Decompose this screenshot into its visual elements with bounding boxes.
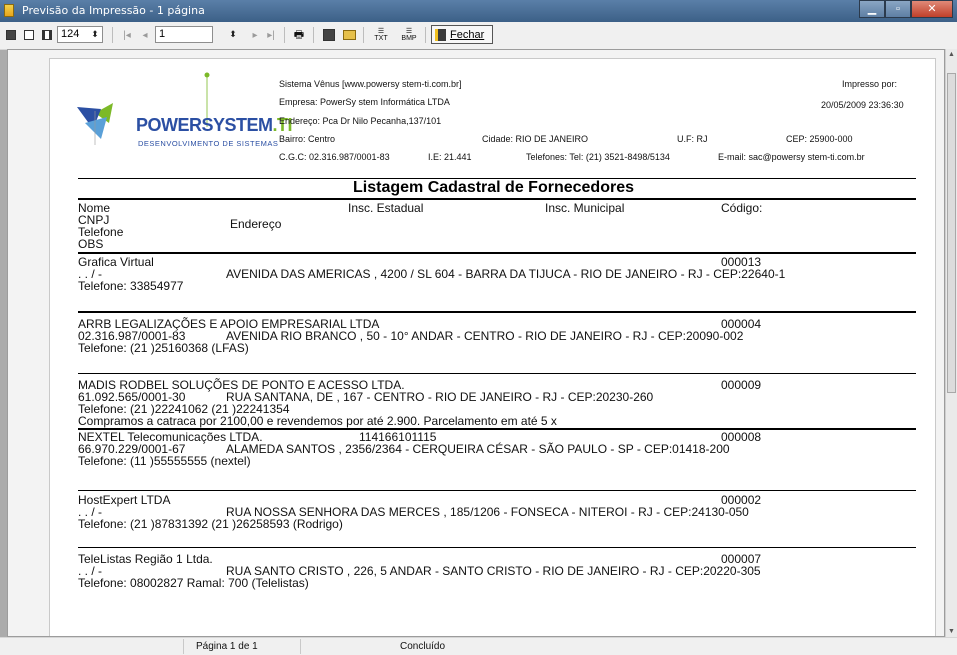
open-folder-icon[interactable]	[341, 27, 357, 43]
scroll-up-icon[interactable]: ▲	[948, 51, 955, 58]
record-code: 000009	[721, 378, 762, 392]
record-obs: Compramos a catraca por 2100,00 e revend…	[78, 414, 557, 428]
close-preview-button[interactable]: Fechar	[431, 25, 493, 44]
report-page: POWERSYSTEM.TI DESENVOLVIMENTO DE SISTEM…	[49, 58, 936, 636]
record-phone: Telefone: (11 )55555555 (nextel)	[78, 454, 251, 468]
previous-page-icon[interactable]: ◂	[137, 27, 153, 43]
zoom-spinner-icon[interactable]: ⬍	[89, 26, 101, 43]
scroll-down-icon[interactable]: ▼	[948, 628, 955, 635]
record-phone: Telefone: (21 )25160368 (LFAS)	[78, 341, 249, 355]
status-bar: Página 1 de 1 Concluído	[0, 637, 957, 655]
save-icon[interactable]	[321, 27, 337, 43]
status-page: Página 1 de 1	[196, 641, 258, 652]
window-title-bar: Previsão da Impressão - 1 página ▁ ▫ ✕	[0, 0, 957, 22]
title-divider	[78, 198, 916, 200]
columns-divider	[78, 252, 916, 254]
preview-viewport[interactable]: POWERSYSTEM.TI DESENVOLVIMENTO DE SISTEM…	[7, 49, 945, 637]
header-printed-by: Impresso por:	[842, 79, 898, 89]
record-divider	[78, 373, 916, 374]
header-city: Cidade: RIO DE JANEIRO	[482, 134, 589, 144]
record-address: AVENIDA DAS AMERICAS , 4200 / SL 604 - B…	[226, 267, 786, 281]
export-txt-icon[interactable]: ☰ TXT	[370, 27, 392, 43]
window-title: Previsão da Impressão - 1 página	[22, 4, 205, 17]
header-ie: I.E: 21.441	[428, 152, 472, 162]
logo-tagline: DESENVOLVIMENTO DE SISTEMAS	[138, 139, 279, 148]
header-system: Sistema Vênus [www.powersy stem-ti.com.b…	[279, 79, 462, 89]
next-page-icon[interactable]: ▸	[247, 27, 263, 43]
app-icon	[4, 4, 14, 17]
report-title: Listagem Cadastral de Fornecedores	[353, 179, 634, 196]
record-divider	[78, 311, 916, 313]
first-page-icon[interactable]: |◂	[119, 27, 135, 43]
col-header-endereco: Endereço	[230, 217, 282, 231]
preview-toolbar: 124 ⬍ |◂ ◂ 1 ⬍ ▸ ▸| 🖶 ☰ TXT ☰ BMP Fechar	[0, 22, 957, 50]
col-header-obs: OBS	[78, 237, 104, 251]
col-header-insc-estadual: Insc. Estadual	[348, 201, 424, 215]
close-window-button[interactable]: ✕	[911, 0, 953, 18]
header-address: Endereço: Pca Dr Nilo Pecanha,137/101	[279, 116, 442, 126]
vertical-scrollbar[interactable]: ▲ ▼	[945, 49, 957, 637]
record-phone: Telefone: (21 )87831392 (21 )26258593 (R…	[78, 517, 343, 531]
maximize-button[interactable]: ▫	[885, 0, 911, 18]
export-bmp-icon[interactable]: ☰ BMP	[398, 27, 420, 43]
minimize-button[interactable]: ▁	[859, 0, 885, 18]
single-page-icon[interactable]	[3, 27, 19, 43]
scroll-thumb[interactable]	[947, 73, 956, 393]
printer-icon[interactable]: 🖶	[291, 27, 307, 43]
record-address: AVENIDA RIO BRANCO , 50 - 10° ANDAR - CE…	[226, 329, 744, 343]
header-company: Empresa: PowerSy stem Informática LTDA	[279, 97, 450, 107]
header-phones: Telefones: Tel: (21) 3521-8498/5134	[526, 152, 670, 162]
last-page-icon[interactable]: ▸|	[263, 27, 279, 43]
record-address: RUA SANTANA, DE , 167 - CENTRO - RIO DE …	[226, 390, 654, 404]
header-district: Bairro: Centro	[279, 134, 336, 144]
page-number-input[interactable]: 1	[155, 26, 213, 43]
exit-door-icon	[435, 28, 446, 41]
zoom-fit-icon[interactable]	[21, 27, 37, 43]
col-header-codigo: Código:	[721, 201, 763, 215]
col-header-insc-municipal: Insc. Municipal	[545, 201, 625, 215]
header-email: E-mail: sac@powersy stem-ti.com.br	[718, 152, 865, 162]
record-phone: Telefone: 33854977	[78, 279, 184, 293]
page-spinner-icon[interactable]: ⬍	[227, 26, 239, 43]
status-state: Concluído	[400, 641, 446, 652]
record-address: ALAMEDA SANTOS , 2356/2364 - CERQUEIRA C…	[226, 442, 730, 456]
page-width-icon[interactable]	[39, 27, 55, 43]
logo-wordmark: POWERSYSTEM.TI	[136, 115, 293, 135]
record-divider	[78, 547, 916, 548]
header-uf: U.F: RJ	[677, 134, 708, 144]
record-divider	[78, 490, 916, 491]
header-cep: CEP: 25900-000	[786, 134, 853, 144]
header-printed-at: 20/05/2009 23:36:30	[821, 100, 904, 110]
header-cgc: C.G.C: 02.316.987/0001-83	[279, 152, 390, 162]
record-phone: Telefone: 08002827 Ramal: 700 (Telelista…	[78, 576, 309, 590]
